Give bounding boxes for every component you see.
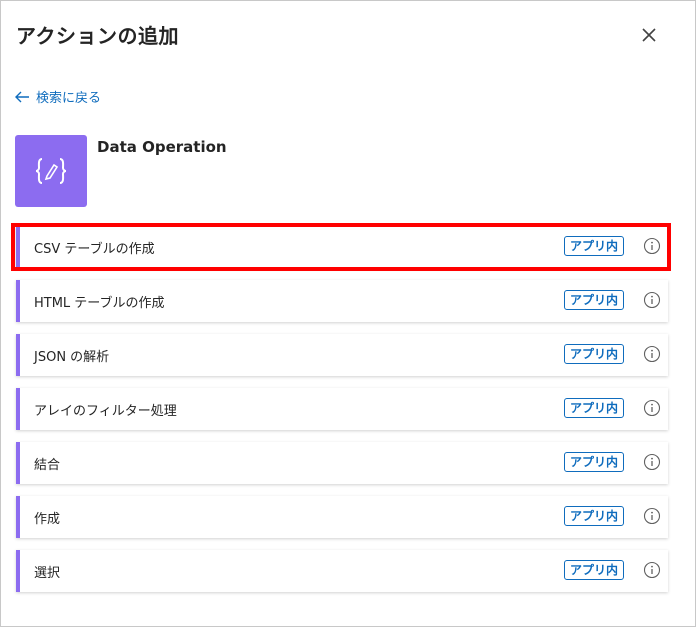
close-icon bbox=[642, 28, 656, 42]
info-icon[interactable] bbox=[643, 399, 661, 417]
action-label: 選択 bbox=[34, 566, 61, 581]
in-app-badge: アプリ内 bbox=[564, 290, 625, 310]
action-item-create-html-table[interactable]: HTML テーブルの作成 アプリ内 bbox=[16, 280, 668, 322]
info-icon[interactable] bbox=[643, 561, 661, 579]
action-label: 結合 bbox=[34, 458, 61, 473]
action-label: 作成 bbox=[34, 512, 61, 527]
close-button[interactable] bbox=[637, 23, 661, 47]
in-app-badge: アプリ内 bbox=[564, 236, 625, 256]
in-app-badge: アプリ内 bbox=[564, 560, 625, 580]
action-item-compose[interactable]: 作成 アプリ内 bbox=[16, 496, 668, 538]
info-icon[interactable] bbox=[643, 453, 661, 471]
in-app-badge: アプリ内 bbox=[564, 452, 625, 472]
panel-title: アクションの追加 bbox=[16, 24, 179, 48]
back-link-label: 検索に戻る bbox=[36, 91, 102, 106]
back-to-search-link[interactable]: 検索に戻る bbox=[14, 87, 101, 106]
action-label: CSV テーブルの作成 bbox=[34, 242, 155, 257]
action-item-select[interactable]: 選択 アプリ内 bbox=[16, 550, 668, 592]
action-item-filter-array[interactable]: アレイのフィルター処理 アプリ内 bbox=[16, 388, 668, 430]
action-item-parse-json[interactable]: JSON の解析 アプリ内 bbox=[16, 334, 668, 376]
info-icon[interactable] bbox=[643, 237, 661, 255]
in-app-badge: アプリ内 bbox=[564, 398, 625, 418]
action-label: アレイのフィルター処理 bbox=[34, 404, 177, 419]
in-app-badge: アプリ内 bbox=[564, 506, 625, 526]
action-item-create-csv-table[interactable]: CSV テーブルの作成 アプリ内 bbox=[16, 226, 668, 268]
arrow-left-icon bbox=[15, 91, 29, 102]
action-label: HTML テーブルの作成 bbox=[34, 296, 165, 311]
info-icon[interactable] bbox=[643, 345, 661, 363]
data-operation-icon bbox=[15, 135, 87, 207]
action-label: JSON の解析 bbox=[34, 350, 110, 365]
info-icon[interactable] bbox=[643, 291, 661, 309]
action-item-join[interactable]: 結合 アプリ内 bbox=[16, 442, 668, 484]
connector-name: Data Operation bbox=[97, 138, 227, 156]
add-action-panel: アクションの追加 検索に戻る Data Operation CSV テーブルの作… bbox=[0, 0, 696, 627]
info-icon[interactable] bbox=[643, 507, 661, 525]
in-app-badge: アプリ内 bbox=[564, 344, 625, 364]
